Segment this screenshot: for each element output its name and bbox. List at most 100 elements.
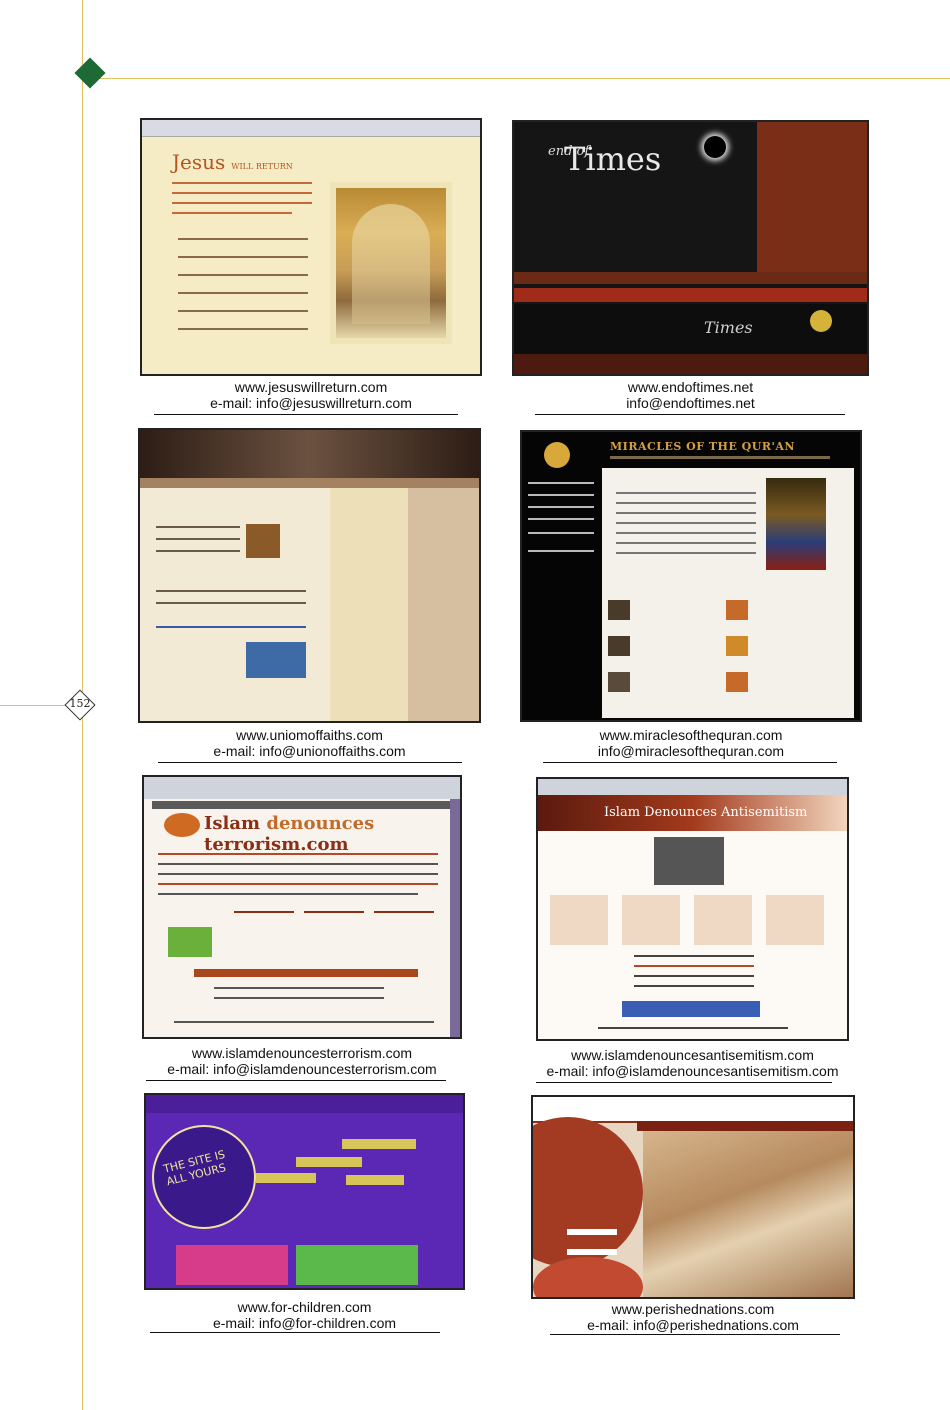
thumb-map-image [168, 927, 212, 957]
text-line [156, 626, 306, 628]
caption-underline [146, 1080, 446, 1081]
text-line [616, 492, 756, 494]
screenshot-islamdenouncesterrorism: Islam denounces terrorism.com [142, 775, 462, 1039]
thumb-column [330, 488, 408, 721]
site-email: e-mail: info@perishednations.com [587, 1317, 799, 1333]
menu-line [528, 482, 594, 484]
thumb-photo [608, 672, 630, 692]
site-url: www.for-children.com [237, 1299, 372, 1315]
thumb-banner [622, 1001, 760, 1017]
caption-5: www.islamdenouncesterrorism.com e-mail: … [142, 1045, 462, 1077]
text-line [158, 893, 418, 895]
eclipse-image [704, 136, 726, 158]
thumb-background-image [643, 1131, 853, 1297]
thumb-logo [810, 310, 832, 332]
text-line [178, 310, 308, 312]
site-url: www.uniomoffaiths.com [236, 727, 383, 743]
site-email: info@endoftimes.net [626, 395, 755, 411]
text-line [598, 1027, 788, 1029]
thumb-card [550, 895, 608, 945]
thumb-book-cover [766, 478, 826, 570]
thumb-photo [330, 182, 452, 344]
text-line [634, 955, 754, 957]
thumb-title: Times [564, 140, 662, 178]
text-line [616, 512, 756, 514]
caption-6: www.islamdenouncesantisemitism.com e-mai… [524, 1047, 861, 1079]
text-line [172, 182, 312, 184]
thumb-nav-band [514, 288, 867, 302]
thumb-nav-strip [140, 478, 479, 488]
text-line [616, 532, 756, 534]
site-email: e-mail: info@islamdenouncesterrorism.com [167, 1061, 437, 1077]
thumb-logo-image [164, 813, 200, 837]
caption-underline [535, 414, 845, 415]
browser-toolbar [142, 120, 480, 137]
caption-underline [158, 762, 462, 763]
thumb-nav [152, 801, 452, 809]
text-line [156, 602, 306, 604]
text-line [178, 274, 308, 276]
caption-underline [550, 1334, 840, 1335]
site-url: www.islamdenouncesantisemitism.com [571, 1047, 814, 1063]
thumb-subtitle-line [610, 456, 830, 459]
thumb-title: Islam denounces terrorism.com [204, 813, 375, 855]
caption-1: www.jesuswillreturn.com e-mail: info@jes… [140, 379, 482, 411]
thumb-box [346, 1175, 404, 1185]
text-line [178, 238, 308, 240]
thumb-box [296, 1157, 362, 1167]
text-line [634, 985, 754, 987]
thumb-photo [608, 636, 630, 656]
caption-underline [536, 1082, 832, 1083]
thumb-input [567, 1249, 617, 1255]
menu-line [528, 532, 594, 534]
caption-3: www.uniomoffaiths.com e-mail: info@union… [138, 727, 481, 759]
site-email: e-mail: info@for-children.com [212, 1315, 397, 1331]
text-line [634, 965, 754, 967]
text-line [304, 911, 364, 913]
thumb-header [140, 430, 479, 478]
screenshot-perishednations [531, 1095, 855, 1299]
text-line [156, 538, 240, 540]
text-line [158, 853, 438, 855]
text-line [178, 256, 308, 258]
screenshot-jesuswillreturn: Jesus WILL RETURN [140, 118, 482, 376]
thumb-footer-title: Times [704, 318, 753, 337]
thumb-card [766, 895, 824, 945]
screenshot-for-children: THE SITE IS ALL YOURS [144, 1093, 465, 1290]
text-line [158, 883, 438, 885]
text-line [374, 911, 434, 913]
text-line [634, 975, 754, 977]
thumb-input [567, 1229, 617, 1235]
text-line [616, 522, 756, 524]
thumb-title: Jesus WILL RETURN [172, 150, 293, 174]
thumb-box [256, 1173, 316, 1183]
page-number-badge: 152 [64, 689, 96, 721]
thumb-photo [246, 524, 280, 558]
thumb-logo [544, 442, 570, 468]
thumb-footer [514, 354, 867, 374]
thumb-panel [176, 1245, 288, 1285]
site-email: e-mail: info@islamdenouncesantisemitism.… [546, 1063, 839, 1079]
screenshot-unionoffaiths [138, 428, 481, 723]
thumb-photo [608, 600, 630, 620]
text-line [214, 987, 384, 989]
text-line [178, 292, 308, 294]
corner-diamond-icon [74, 57, 106, 89]
text-line [172, 212, 292, 214]
page-header-line [82, 78, 950, 79]
thumb-side-panel [408, 488, 479, 721]
text-line [158, 873, 438, 875]
screenshot-miraclesofthequran: MIRACLES OF THE QUR'AN [520, 430, 862, 722]
thumb-card [622, 895, 680, 945]
thumb-card [694, 895, 752, 945]
menu-line [528, 518, 594, 520]
site-url: www.perishednations.com [611, 1301, 775, 1317]
text-line [616, 542, 756, 544]
thumb-panel [296, 1245, 418, 1285]
thumb-photo [726, 636, 748, 656]
browser-toolbar [144, 777, 460, 799]
text-line [172, 202, 312, 204]
text-line [156, 550, 240, 552]
thumb-scrollbar [450, 799, 460, 1037]
site-email: info@miraclesofthequran.com [597, 743, 785, 759]
